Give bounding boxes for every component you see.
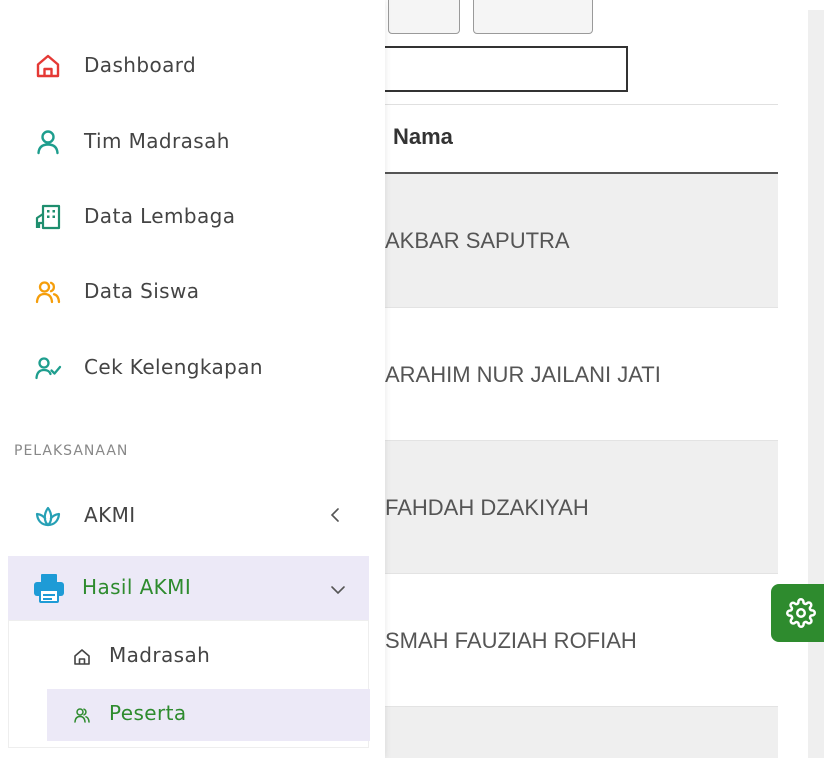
submenu-item-label: Peserta [109,701,187,725]
chevron-left-icon [330,508,339,522]
sidebar-item-cek-kelengkapan[interactable]: Cek Kelengkapan [0,342,385,392]
sidebar-item-hasil-akmi[interactable]: Hasil AKMI [8,556,369,620]
table-search-input[interactable] [370,46,628,92]
column-header-nama[interactable]: Nama [393,124,453,150]
table-cell-nama: AKBAR SAPUTRA [385,228,570,253]
table-row: ARAHIM NUR JAILANI JATI [385,308,778,441]
right-panel [808,10,824,758]
sidebar-item-label: Data Siswa [84,279,200,303]
sidebar: Dashboard Tim Madrasah Data Lembaga Data… [0,0,385,758]
table-row [385,707,778,758]
submenu-item-label: Madrasah [109,643,211,667]
users-icon [74,708,90,723]
submenu-item-peserta[interactable]: Peserta [47,689,370,741]
chevron-down-icon [331,586,345,595]
sidebar-item-tim-madrasah[interactable]: Tim Madrasah [0,116,385,166]
sidebar-item-dashboard[interactable]: Dashboard [0,40,385,90]
table-cell-nama: ARAHIM NUR JAILANI JATI [385,362,661,387]
users-icon [35,281,61,304]
home-icon [74,649,90,665]
export-excel-button[interactable] [473,0,593,34]
table-row: AKBAR SAPUTRA [385,174,778,308]
table-divider [385,104,778,105]
sidebar-item-label: Hasil AKMI [82,575,192,599]
submenu-item-madrasah[interactable]: Madrasah [47,631,370,683]
user-check-icon [35,357,62,380]
sidebar-item-label: Tim Madrasah [84,129,230,153]
export-pdf-button[interactable] [388,0,460,34]
table-row: FAHDAH DZAKIYAH [385,441,778,574]
sidebar-item-akmi[interactable]: AKMI [0,490,385,540]
sidebar-item-label: AKMI [84,503,136,527]
gear-icon [786,598,816,628]
printer-icon [34,574,64,603]
table-cell-nama: SMAH FAUZIAH ROFIAH [385,628,637,653]
user-icon [37,130,59,155]
table-cell-nama: FAHDAH DZAKIYAH [385,495,589,520]
sidebar-item-data-lembaga[interactable]: Data Lembaga [0,191,385,241]
sidebar-item-label: Data Lembaga [84,204,236,228]
lotus-icon [35,506,61,527]
home-icon [36,54,60,78]
table-row: SMAH FAUZIAH ROFIAH [385,574,778,707]
sidebar-item-label: Dashboard [84,53,197,77]
sidebar-section-title: PELAKSANAAN [14,443,129,459]
sidebar-item-label: Cek Kelengkapan [84,355,263,379]
sidebar-item-data-siswa[interactable]: Data Siswa [0,266,385,316]
building-icon [35,204,61,230]
settings-button[interactable] [771,584,824,642]
hasil-akmi-submenu: Madrasah Peserta [8,620,370,748]
